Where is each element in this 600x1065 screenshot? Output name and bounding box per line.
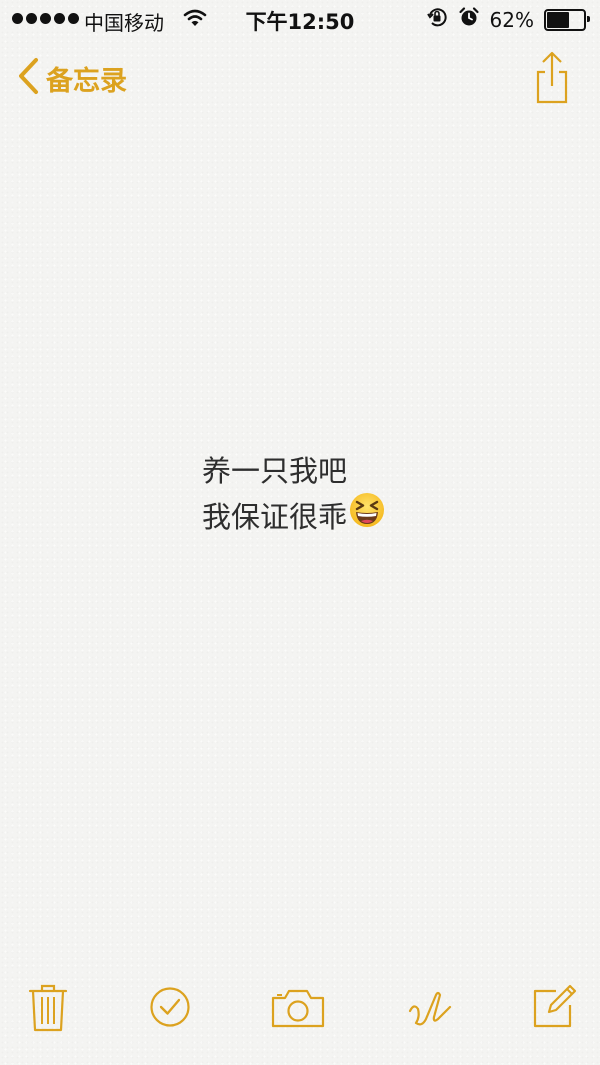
status-bar: 中国移动 下午12:50 62% — [0, 0, 600, 40]
compose-icon — [532, 984, 578, 1033]
bottom-toolbar — [0, 975, 600, 1065]
sketch-icon — [406, 991, 454, 1035]
back-label: 备忘录 — [46, 65, 127, 97]
note-line: 养一只我吧 — [202, 454, 348, 488]
trash-icon — [26, 984, 70, 1037]
navigation-bar: 备忘录 — [0, 48, 600, 108]
back-button[interactable]: 备忘录 — [16, 56, 127, 100]
delete-button[interactable] — [26, 983, 70, 1037]
note-body[interactable]: 养一只我吧 我保证很乖 — [202, 448, 385, 541]
share-button[interactable] — [532, 50, 572, 108]
battery-icon — [544, 8, 590, 31]
orientation-lock-icon — [426, 6, 448, 33]
sketch-button[interactable] — [406, 983, 454, 1035]
share-icon — [532, 51, 572, 108]
alarm-icon — [458, 6, 480, 33]
camera-button[interactable] — [270, 987, 326, 1033]
grinning-squinting-face-emoji — [349, 492, 385, 541]
note-line: 我保证很乖 — [202, 500, 348, 534]
battery-percent: 62% — [489, 7, 534, 32]
chevron-left-icon — [16, 56, 40, 100]
checklist-button[interactable] — [148, 985, 192, 1033]
note-line-with-emoji: 我保证很乖 — [202, 492, 385, 541]
checklist-icon — [148, 987, 192, 1033]
camera-icon — [270, 989, 326, 1033]
compose-button[interactable] — [532, 981, 578, 1033]
